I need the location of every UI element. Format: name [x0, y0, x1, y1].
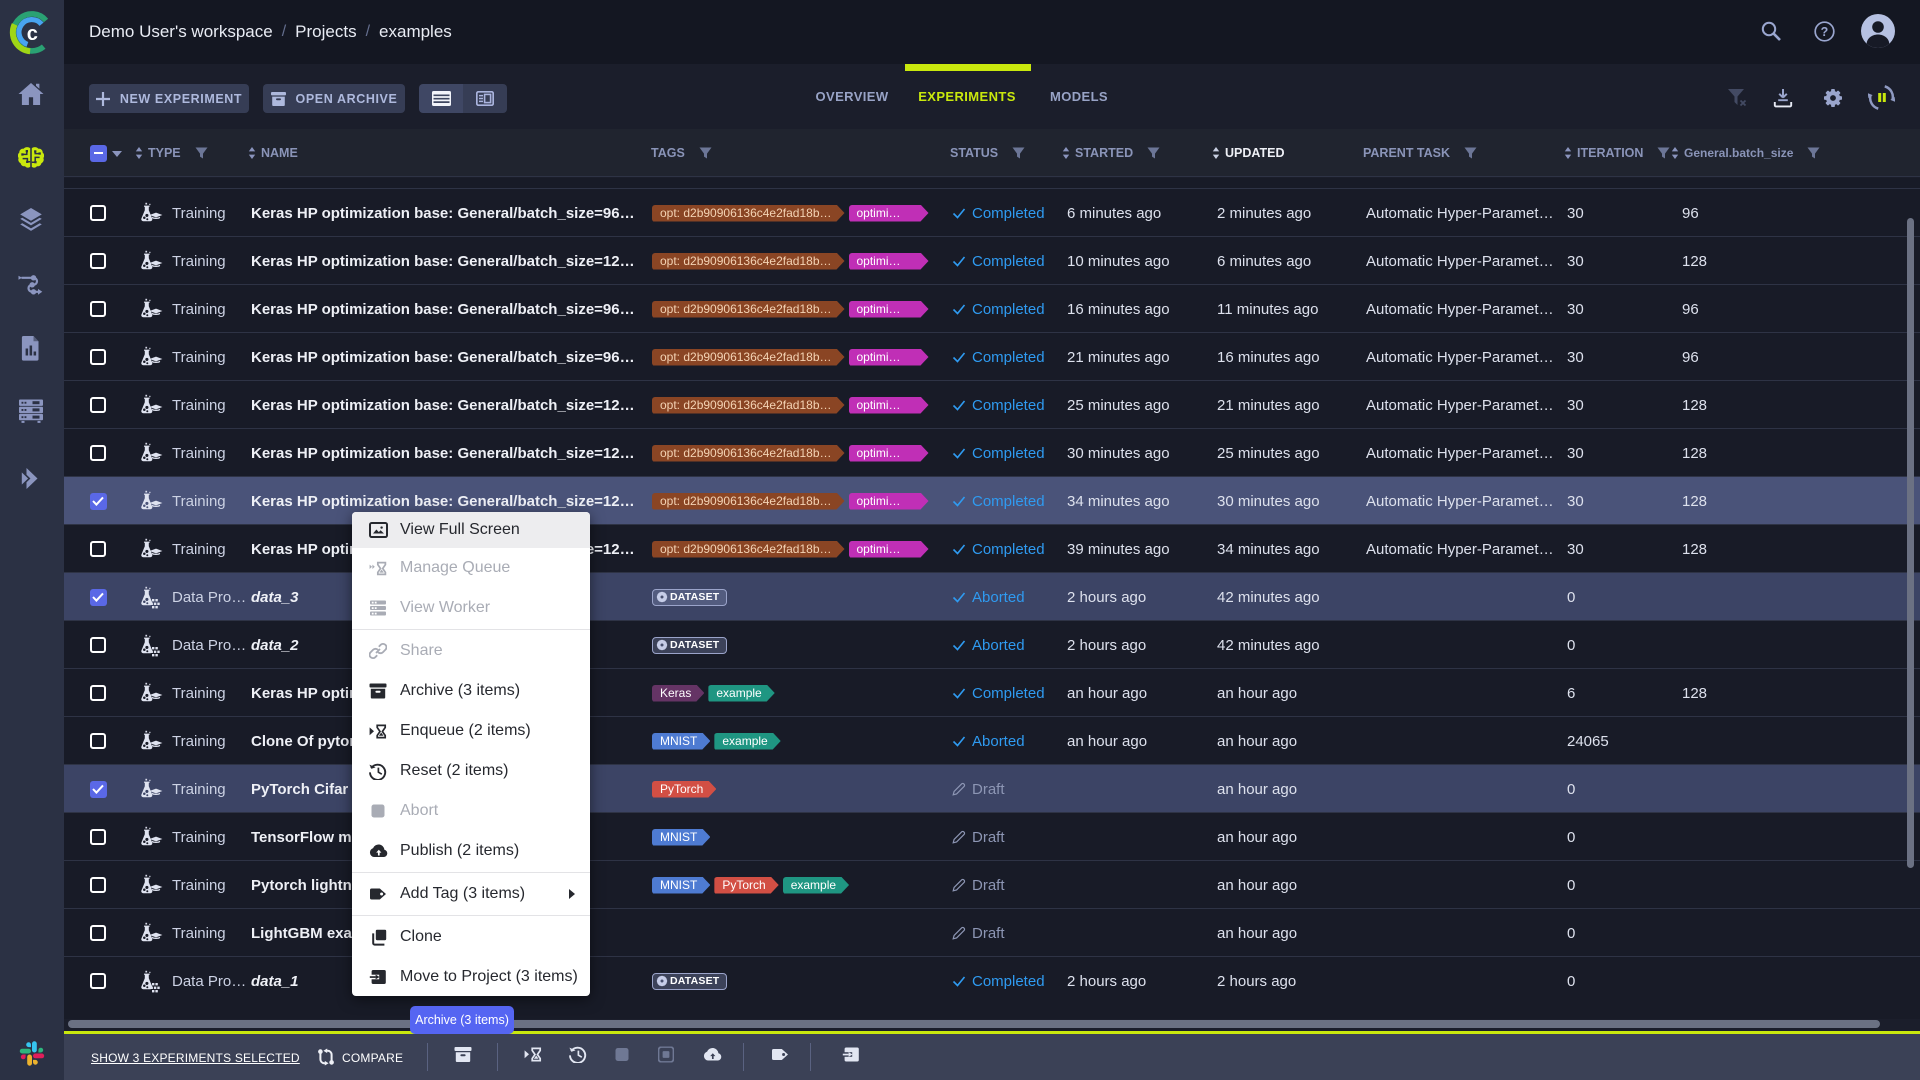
svg-text:?: ? [1821, 25, 1829, 39]
svg-text:c: c [27, 23, 38, 45]
